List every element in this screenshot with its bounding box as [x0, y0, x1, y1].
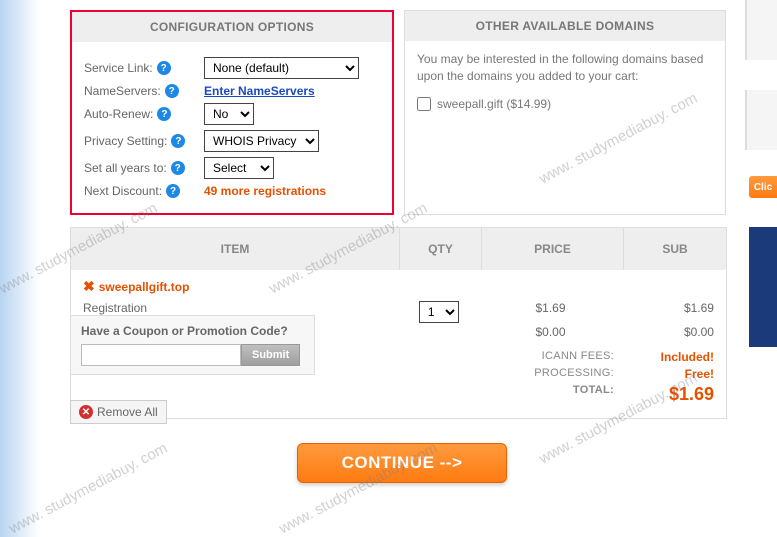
- icann-label: ICANN FEES:: [484, 350, 614, 364]
- enter-nameservers-link[interactable]: Enter NameServers: [204, 84, 315, 98]
- col-item: ITEM: [71, 228, 399, 270]
- processing-value: Free!: [614, 367, 714, 381]
- other-domains-panel: OTHER AVAILABLE DOMAINS You may be inter…: [404, 10, 726, 215]
- configuration-options-panel: CONFIGURATION OPTIONS Service Link:? Non…: [70, 10, 394, 215]
- total-value: $1.69: [614, 384, 714, 405]
- privacy-label: Privacy Setting:: [84, 134, 167, 148]
- coupon-submit-button[interactable]: Submit: [241, 344, 300, 366]
- remove-all-button[interactable]: ✕ Remove All: [70, 400, 167, 424]
- reg-sub: $1.69: [621, 301, 714, 323]
- whois-price: $0.00: [480, 325, 622, 339]
- col-sub: SUB: [623, 228, 726, 270]
- side-blue-panel: [749, 227, 777, 347]
- suggested-domain-label: sweepall.gift ($14.99): [437, 97, 551, 111]
- coupon-title: Have a Coupon or Promotion Code?: [81, 324, 304, 338]
- discount-text: 49 more registrations: [204, 184, 326, 198]
- auto-renew-select[interactable]: No: [204, 103, 254, 125]
- service-link-label: Service Link:: [84, 61, 153, 75]
- suggested-domain-checkbox[interactable]: [417, 97, 431, 111]
- coupon-input[interactable]: [81, 344, 241, 366]
- help-icon[interactable]: ?: [157, 107, 171, 121]
- col-qty: QTY: [399, 228, 481, 270]
- side-widget-2: [745, 90, 777, 150]
- col-price: PRICE: [481, 228, 623, 270]
- help-icon[interactable]: ?: [157, 61, 171, 75]
- help-icon[interactable]: ?: [166, 184, 180, 198]
- privacy-select[interactable]: WHOIS Privacy: [204, 130, 319, 152]
- help-icon[interactable]: ?: [165, 84, 179, 98]
- side-widget-1: [745, 0, 777, 60]
- reg-price: $1.69: [480, 301, 622, 323]
- whois-sub: $0.00: [621, 325, 714, 339]
- years-select[interactable]: Select: [204, 157, 274, 179]
- discount-label: Next Discount:: [84, 184, 162, 198]
- auto-renew-label: Auto-Renew:: [84, 107, 153, 121]
- service-link-select[interactable]: None (default): [204, 57, 359, 79]
- cart-domain: sweepallgift.top: [99, 280, 190, 294]
- config-header: CONFIGURATION OPTIONS: [72, 12, 392, 42]
- coupon-box: Have a Coupon or Promotion Code? Submit: [70, 315, 315, 375]
- other-description: You may be interested in the following d…: [417, 51, 713, 85]
- watermark: www. studymediabuy. com: [6, 440, 170, 537]
- help-icon[interactable]: ?: [171, 161, 185, 175]
- remove-domain-icon[interactable]: ✖: [83, 278, 95, 295]
- processing-label: PROCESSING:: [484, 367, 614, 381]
- nameservers-label: NameServers:: [84, 84, 161, 98]
- icann-value: Included!: [614, 350, 714, 364]
- continue-button[interactable]: CONTINUE -->: [297, 443, 507, 483]
- close-icon: ✕: [79, 405, 93, 419]
- qty-select[interactable]: 1: [419, 301, 459, 323]
- side-click-button[interactable]: Clic: [749, 176, 777, 198]
- other-header: OTHER AVAILABLE DOMAINS: [405, 11, 725, 41]
- help-icon[interactable]: ?: [171, 134, 185, 148]
- total-label: TOTAL:: [484, 384, 614, 405]
- years-label: Set all years to:: [84, 161, 167, 175]
